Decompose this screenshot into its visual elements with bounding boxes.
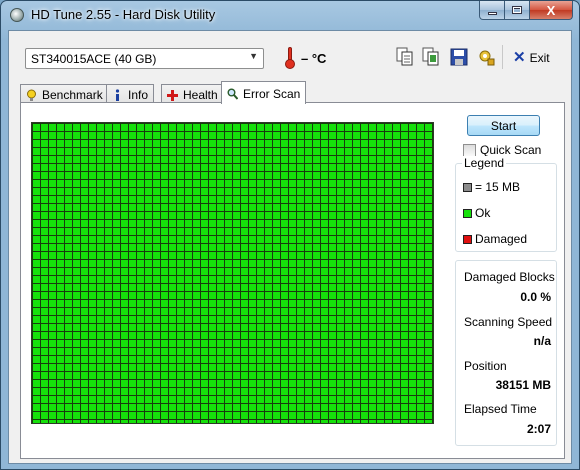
tab-info[interactable]: Info (106, 84, 155, 103)
window-title: HD Tune 2.55 - Hard Disk Utility (31, 7, 216, 22)
position-value: 38151 MB (495, 378, 551, 392)
client-area: ST340015ACE (40 GB) ▼ – °C ✕ Exit Benchm… (8, 30, 572, 464)
options-icon[interactable] (477, 47, 495, 67)
exit-label: Exit (529, 51, 550, 65)
maximize-icon (512, 6, 522, 14)
damaged-swatch (463, 234, 472, 244)
title-bar[interactable]: HD Tune 2.55 - Hard Disk Utility X (1, 1, 579, 29)
temperature-readout: – °C (301, 51, 327, 66)
copy-screenshot-icon[interactable] (422, 47, 440, 67)
info-icon (115, 88, 120, 101)
close-button[interactable]: X (530, 1, 573, 20)
caption-buttons: X (479, 1, 573, 21)
ok-swatch (463, 208, 472, 218)
close-icon: X (546, 2, 556, 18)
minimize-icon (487, 11, 497, 15)
start-button[interactable]: Start (467, 115, 540, 136)
error-scan-panel: Start Quick Scan Legend = 15 MB Ok Damag… (20, 102, 565, 459)
tab-error-scan[interactable]: Error Scan (221, 81, 307, 104)
maximize-button[interactable] (505, 1, 530, 20)
legend-title: Legend (462, 156, 507, 170)
legend-item-damaged: Damaged (463, 232, 527, 246)
tab-benchmark-label: Benchmark (42, 88, 103, 102)
elapsed-time-value: 2:07 (526, 422, 551, 436)
quick-scan-checkbox[interactable]: Quick Scan (463, 143, 541, 157)
position-label: Position (464, 359, 507, 373)
scanning-speed-label: Scanning Speed (464, 315, 553, 329)
health-icon (167, 89, 178, 101)
legend-item-block-size: = 15 MB (463, 180, 520, 194)
app-window: HD Tune 2.55 - Hard Disk Utility X ST340… (0, 0, 580, 470)
tab-benchmark[interactable]: Benchmark (20, 84, 109, 103)
scan-controls: Start Quick Scan Legend = 15 MB Ok Damag… (448, 103, 560, 458)
tab-info-label: Info (128, 88, 149, 102)
tab-health-label: Health (183, 88, 218, 102)
copy-info-icon[interactable] (396, 47, 414, 67)
legend-ok-label: Ok (475, 206, 491, 220)
tab-health[interactable]: Health (161, 84, 224, 103)
drive-select-value: ST340015ACE (40 GB) (31, 52, 157, 66)
search-icon (227, 88, 238, 100)
quick-scan-box[interactable] (463, 143, 476, 157)
benchmark-icon (27, 89, 36, 101)
elapsed-time-label: Elapsed Time (464, 402, 537, 416)
toolbar-separator (502, 45, 503, 69)
minimize-button[interactable] (479, 1, 505, 20)
app-icon[interactable] (10, 8, 24, 22)
tab-error-scan-label: Error Scan (243, 87, 301, 101)
quick-scan-label: Quick Scan (480, 143, 542, 157)
toolbar: ST340015ACE (40 GB) ▼ – °C ✕ Exit (9, 31, 571, 81)
exit-icon: ✕ (513, 49, 526, 66)
damaged-blocks-label: Damaged Blocks (464, 270, 555, 284)
legend-block-size-label: = 15 MB (475, 180, 521, 194)
block-map (31, 122, 434, 424)
save-icon[interactable] (450, 47, 468, 67)
legend-damaged-label: Damaged (475, 232, 528, 246)
block-swatch (463, 182, 472, 192)
damaged-blocks-value: 0.0 % (520, 290, 551, 304)
drive-select[interactable]: ST340015ACE (40 GB) ▼ (25, 48, 264, 69)
scanning-speed-value: n/a (533, 334, 551, 348)
legend-group: Legend = 15 MB Ok Damaged (455, 156, 557, 252)
chevron-down-icon[interactable]: ▼ (249, 51, 258, 61)
legend-item-ok: Ok (463, 206, 490, 220)
exit-button[interactable]: ✕ Exit (513, 49, 550, 66)
thermometer-icon (285, 47, 295, 69)
stats-group: Damaged Blocks 0.0 % Scanning Speed n/a … (455, 260, 557, 446)
